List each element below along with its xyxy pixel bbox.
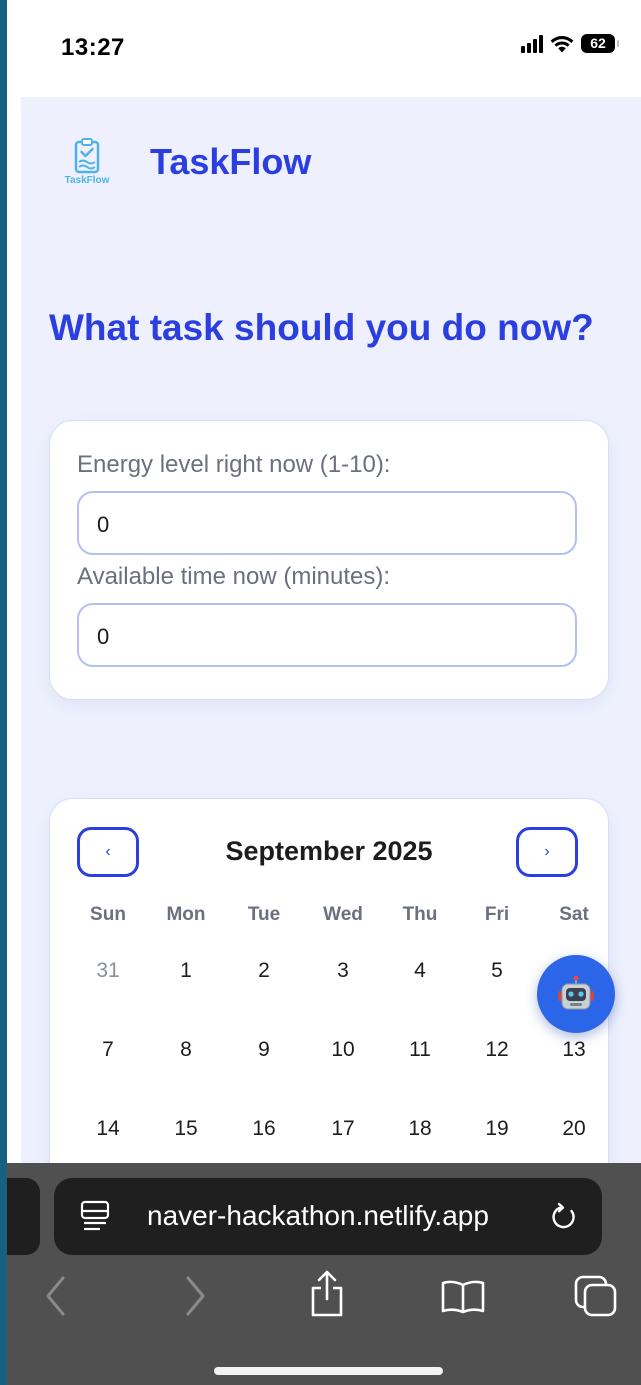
robot-icon bbox=[558, 975, 594, 1010]
forward-arrow-icon[interactable] bbox=[182, 1275, 208, 1317]
calendar-day[interactable]: 3 bbox=[304, 959, 382, 983]
calendar-day[interactable]: 8 bbox=[147, 1038, 225, 1062]
page-headline: What task should you do now? bbox=[49, 307, 594, 348]
calendar-day[interactable]: 13 bbox=[535, 1038, 613, 1062]
calendar-day[interactable]: 15 bbox=[147, 1117, 225, 1141]
clipboard-check-icon bbox=[74, 138, 100, 174]
weekday-fri: Fri bbox=[484, 904, 510, 925]
battery-indicator: 62 bbox=[581, 34, 619, 53]
calendar-day[interactable]: 1 bbox=[147, 959, 225, 983]
calendar-card: ‹ September 2025 › Sun Mon Tue Wed Thu F… bbox=[49, 798, 609, 1167]
back-arrow-icon[interactable] bbox=[43, 1275, 69, 1317]
energy-level-label: Energy level right now (1-10): bbox=[77, 451, 391, 478]
calendar-day[interactable]: 18 bbox=[381, 1117, 459, 1141]
calendar-day[interactable]: 31 bbox=[69, 959, 147, 983]
energy-level-input[interactable]: 0 bbox=[77, 491, 577, 555]
weekday-wed: Wed bbox=[323, 904, 363, 925]
weekday-tue: Tue bbox=[247, 904, 281, 925]
calendar-day[interactable]: 5 bbox=[458, 959, 536, 983]
weekday-sat: Sat bbox=[559, 904, 589, 925]
cellular-signal-icon bbox=[521, 34, 543, 53]
bookmarks-icon[interactable] bbox=[440, 1279, 486, 1315]
calendar-day[interactable]: 7 bbox=[69, 1038, 147, 1062]
reload-icon[interactable] bbox=[549, 1202, 579, 1232]
calendar-day[interactable]: 19 bbox=[458, 1117, 536, 1141]
calendar-day[interactable]: 11 bbox=[381, 1038, 459, 1062]
calendar-day[interactable]: 10 bbox=[304, 1038, 382, 1062]
weekday-sun: Sun bbox=[90, 904, 126, 925]
url-text[interactable]: naver-hackathon.netlify.app bbox=[147, 1200, 489, 1232]
assistant-chat-button[interactable] bbox=[537, 955, 615, 1033]
calendar-day[interactable]: 2 bbox=[225, 959, 303, 983]
calendar-day[interactable]: 20 bbox=[535, 1117, 613, 1141]
next-month-button[interactable]: › bbox=[516, 827, 578, 877]
share-icon[interactable] bbox=[309, 1270, 345, 1318]
page-menu-icon[interactable] bbox=[80, 1200, 110, 1232]
calendar-day[interactable]: 4 bbox=[381, 959, 459, 983]
wifi-icon bbox=[550, 35, 574, 52]
taskflow-logo: TaskFlow bbox=[59, 137, 115, 189]
logo-label: TaskFlow bbox=[64, 175, 110, 186]
address-bar[interactable]: naver-hackathon.netlify.app bbox=[54, 1178, 602, 1255]
calendar-day[interactable]: 12 bbox=[458, 1038, 536, 1062]
weekday-mon: Mon bbox=[166, 904, 206, 925]
task-input-card: Energy level right now (1-10): 0 Availab… bbox=[49, 420, 609, 700]
status-time: 13:27 bbox=[61, 34, 125, 61]
calendar-day[interactable]: 9 bbox=[225, 1038, 303, 1062]
previous-tab-preview[interactable] bbox=[7, 1178, 40, 1255]
calendar-day[interactable]: 16 bbox=[225, 1117, 303, 1141]
status-icons: 62 bbox=[521, 34, 619, 53]
weekday-thu: Thu bbox=[402, 904, 438, 925]
available-time-label: Available time now (minutes): bbox=[77, 563, 391, 590]
available-time-input[interactable]: 0 bbox=[77, 603, 577, 667]
home-indicator bbox=[214, 1367, 443, 1375]
app-title[interactable]: TaskFlow bbox=[150, 141, 311, 183]
calendar-day[interactable]: 17 bbox=[304, 1117, 382, 1141]
status-bar: 13:27 62 bbox=[7, 0, 641, 96]
phone-screen: 13:27 62 TaskFlow TaskFlow What task sho… bbox=[7, 0, 641, 1385]
calendar-day[interactable]: 14 bbox=[69, 1117, 147, 1141]
tabs-icon[interactable] bbox=[574, 1275, 618, 1317]
